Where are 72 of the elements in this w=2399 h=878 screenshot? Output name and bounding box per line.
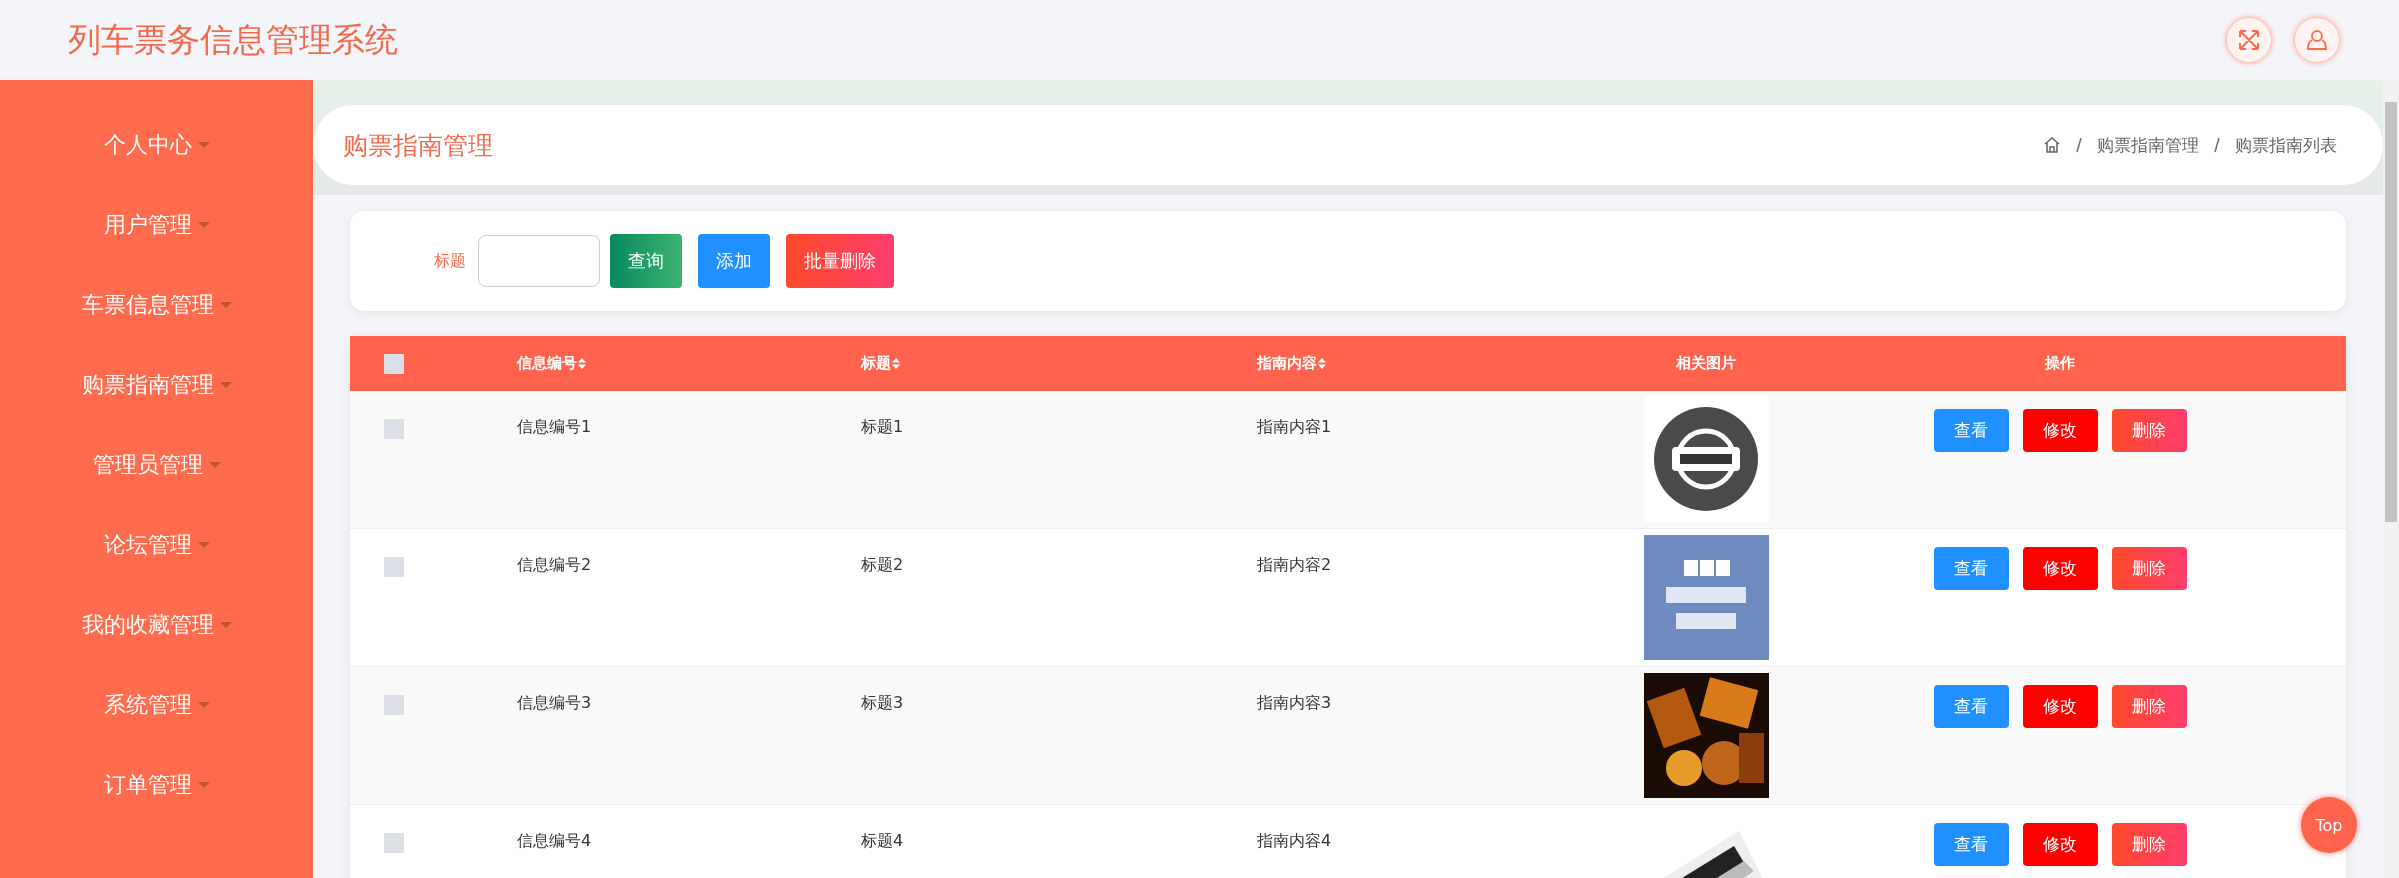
edit-button[interactable]: 修改 — [2022, 685, 2098, 728]
edit-button[interactable]: 修改 — [2022, 823, 2098, 866]
title-label: 标题 — [434, 250, 466, 272]
column-header: 相关图片 — [1676, 354, 1736, 373]
table-cell: 标题2 — [861, 555, 904, 576]
row-checkbox[interactable] — [384, 695, 404, 715]
edit-button[interactable]: 修改 — [2022, 409, 2098, 452]
batch-delete-button[interactable]: 批量删除 — [786, 234, 894, 288]
table-cell: 信息编号3 — [517, 693, 592, 714]
caret-icon — [219, 382, 232, 388]
table-cell: 信息编号1 — [517, 417, 592, 438]
table-cell: 信息编号2 — [517, 555, 592, 576]
fullscreen-button[interactable] — [2227, 18, 2271, 62]
table-cell: 指南内容2 — [1257, 555, 1332, 576]
fullscreen-icon — [2238, 29, 2260, 51]
sidebar-item[interactable]: 车票信息管理 — [0, 265, 313, 345]
caret-icon — [197, 222, 210, 228]
delete-button[interactable]: 删除 — [2111, 409, 2187, 452]
table-cell: 指南内容4 — [1257, 831, 1332, 852]
sidebar-item[interactable]: 论坛管理 — [0, 505, 313, 585]
row-checkbox[interactable] — [384, 419, 404, 439]
home-icon[interactable] — [2043, 136, 2061, 154]
caret-icon — [219, 302, 232, 308]
page-title: 购票指南管理 — [343, 129, 493, 162]
select-all-checkbox[interactable] — [384, 353, 404, 374]
view-button[interactable]: 查看 — [1933, 823, 2009, 866]
delete-button[interactable]: 删除 — [2111, 685, 2187, 728]
caret-icon — [219, 622, 232, 628]
breadcrumb-separator-icon — [2213, 137, 2221, 153]
title-input[interactable] — [478, 235, 600, 287]
table-cell: 信息编号4 — [517, 831, 592, 852]
sidebar-item[interactable]: 购票指南管理 — [0, 345, 313, 425]
caret-icon — [197, 782, 210, 788]
view-button[interactable]: 查看 — [1933, 547, 2009, 590]
column-header[interactable]: 信息编号 — [517, 354, 586, 373]
table-cell: 指南内容1 — [1257, 417, 1332, 438]
breadcrumb-separator-icon — [2075, 137, 2083, 153]
scrollbar[interactable] — [2383, 80, 2399, 878]
edit-button[interactable]: 修改 — [2022, 547, 2098, 590]
user-button[interactable] — [2295, 18, 2339, 62]
sidebar-item[interactable]: 用户管理 — [0, 185, 313, 265]
row-checkbox[interactable] — [384, 557, 404, 577]
app-title: 列车票务信息管理系统 — [68, 18, 398, 61]
delete-button[interactable]: 删除 — [2111, 823, 2187, 866]
caret-icon — [208, 462, 221, 468]
table-cell: 标题3 — [861, 693, 904, 714]
view-button[interactable]: 查看 — [1933, 409, 2009, 452]
breadcrumb-item[interactable]: 购票指南列表 — [2235, 133, 2337, 157]
sidebar-item[interactable]: 个人中心 — [0, 105, 313, 185]
sidebar-item[interactable]: 系统管理 — [0, 665, 313, 745]
column-header[interactable]: 指南内容 — [1257, 354, 1326, 373]
breadcrumb-item[interactable]: 购票指南管理 — [2097, 133, 2199, 157]
sort-icon[interactable] — [892, 358, 900, 369]
column-header[interactable]: 标题 — [861, 354, 900, 373]
table-cell: 指南内容3 — [1257, 693, 1332, 714]
sidebar-item[interactable]: 订单管理 — [0, 745, 313, 825]
sort-icon[interactable] — [578, 358, 586, 369]
search-button[interactable]: 查询 — [610, 234, 682, 288]
table-cell: 标题1 — [861, 417, 904, 438]
row-checkbox[interactable] — [384, 833, 404, 853]
table-cell: 标题4 — [861, 831, 904, 852]
sort-icon[interactable] — [1318, 358, 1326, 369]
sidebar-item[interactable]: 管理员管理 — [0, 425, 313, 505]
caret-icon — [197, 702, 210, 708]
user-icon — [2306, 29, 2328, 51]
caret-icon — [197, 542, 210, 548]
view-button[interactable]: 查看 — [1933, 685, 2009, 728]
sidebar-item[interactable]: 我的收藏管理 — [0, 585, 313, 665]
add-button[interactable]: 添加 — [698, 234, 770, 288]
caret-icon — [197, 142, 210, 148]
column-header: 操作 — [2045, 354, 2075, 373]
delete-button[interactable]: 删除 — [2111, 547, 2187, 590]
